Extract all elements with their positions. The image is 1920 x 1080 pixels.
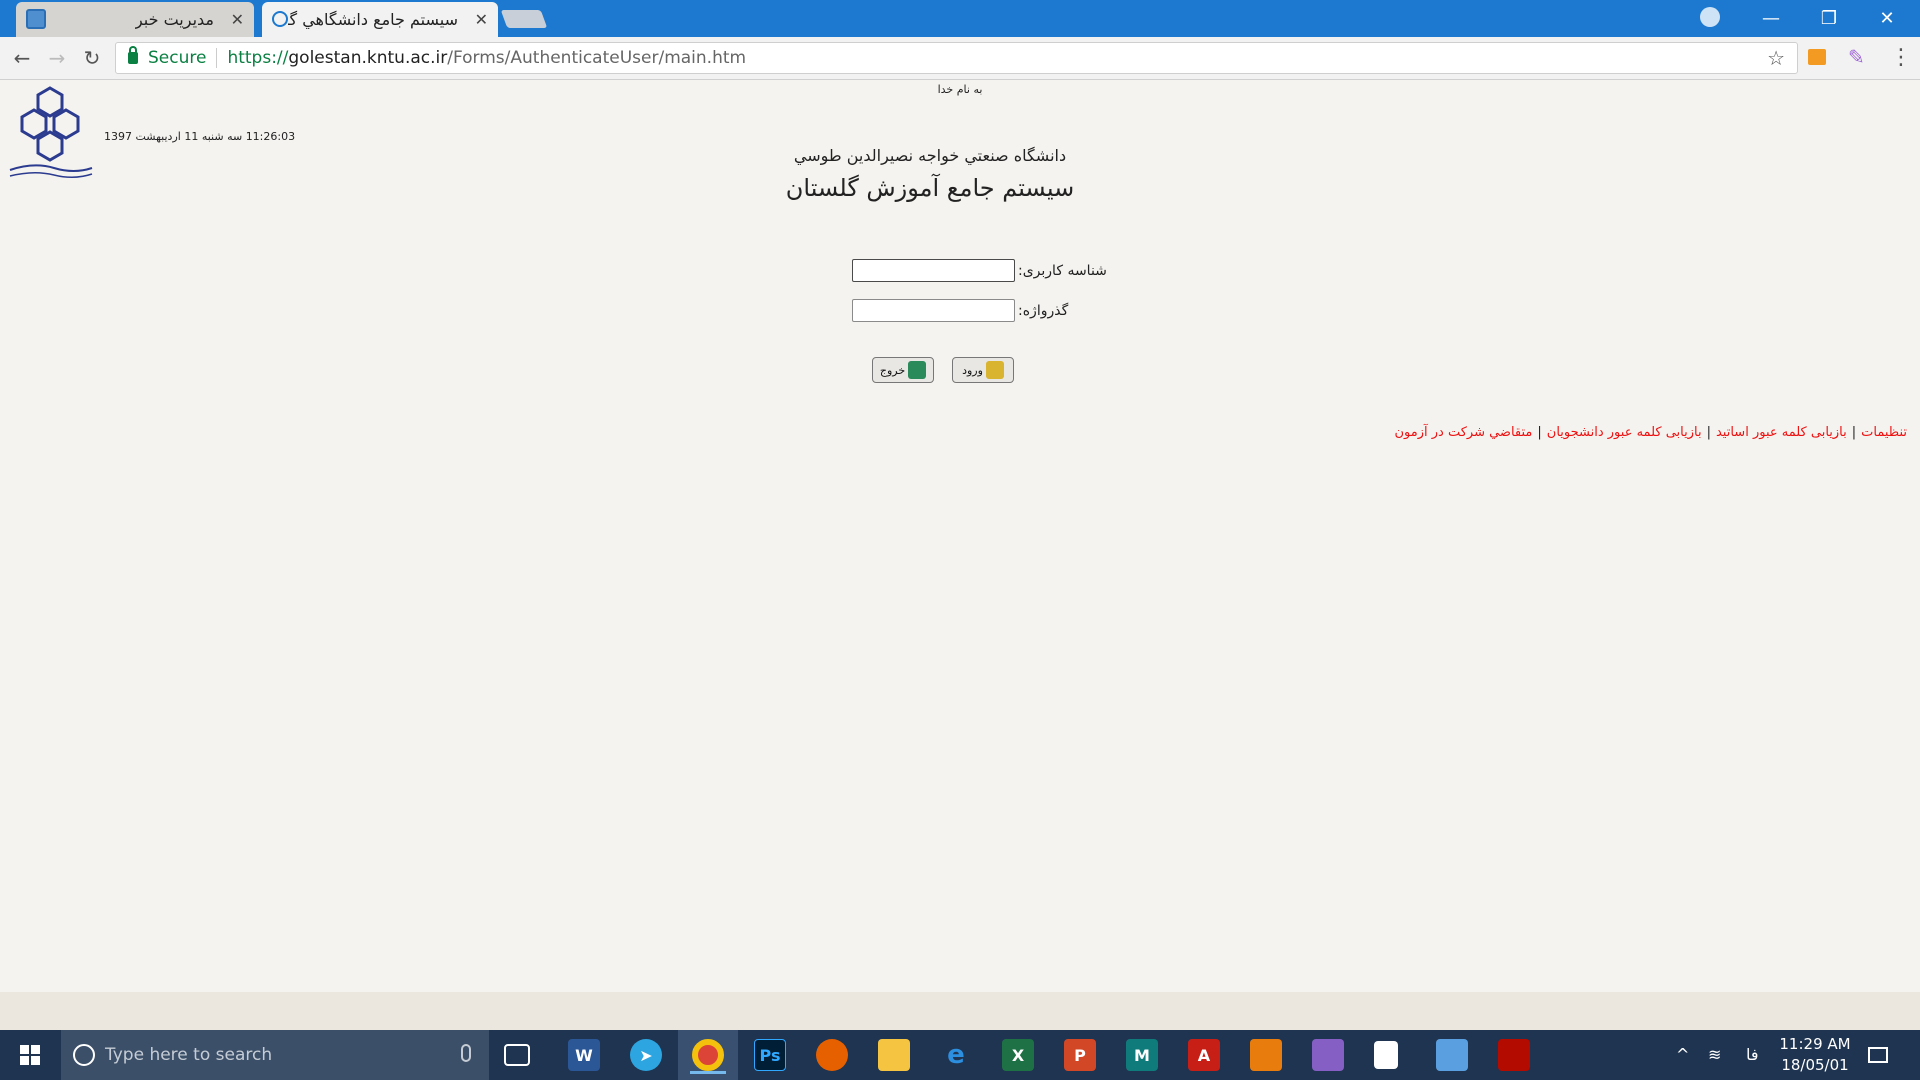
username-input[interactable] xyxy=(852,259,1015,282)
windows-logo-icon xyxy=(20,1045,40,1065)
file-explorer-icon[interactable] xyxy=(878,1039,910,1071)
minimize-button[interactable]: — xyxy=(1742,0,1800,37)
divider xyxy=(216,48,218,68)
wifi-icon[interactable]: ≋ xyxy=(1708,1045,1721,1064)
task-view-icon[interactable] xyxy=(504,1044,530,1066)
telegram-icon[interactable]: ➤ xyxy=(630,1039,662,1071)
key-icon xyxy=(985,361,1004,379)
notification-icon[interactable] xyxy=(1868,1047,1888,1063)
clock[interactable]: 11:29 AM 18/05/01 xyxy=(1775,1034,1855,1076)
exit-button[interactable]: خروج xyxy=(872,357,934,383)
secure-label: Secure xyxy=(148,48,207,68)
browser-titlebar: مدیریت خبر ✕ سیستم جامع دانشگاهي گلستان … xyxy=(0,0,1920,37)
new-tab-button[interactable] xyxy=(500,10,548,28)
photoshop-icon[interactable]: Ps xyxy=(754,1039,786,1071)
exam-applicant-link[interactable]: متقاضي شرکت در آزمون xyxy=(1395,425,1533,440)
clock-date: 18/05/01 xyxy=(1781,1056,1849,1074)
url-host: golestan.kntu.ac.ir xyxy=(288,48,448,68)
firefox-icon[interactable] xyxy=(816,1039,848,1071)
maya-icon[interactable]: M xyxy=(1126,1039,1158,1071)
store-icon[interactable] xyxy=(1374,1041,1398,1069)
datetime-text: 11:26:03 سه شنبه 11 اردیبهشت 1397 xyxy=(104,130,296,143)
password-input[interactable] xyxy=(852,299,1015,322)
forward-arrow-icon[interactable]: → xyxy=(44,45,70,71)
language-indicator[interactable]: فا xyxy=(1746,1045,1759,1064)
lock-icon xyxy=(128,46,138,64)
remote-desktop-icon[interactable] xyxy=(1436,1039,1468,1071)
search-placeholder: Type here to search xyxy=(105,1045,273,1065)
excel-icon[interactable]: X xyxy=(1002,1039,1034,1071)
professor-password-recovery-link[interactable]: بازیابی کلمه عبور اساتيد xyxy=(1716,425,1847,440)
tab-favicon-icon xyxy=(272,11,288,27)
word-icon[interactable]: W xyxy=(568,1039,600,1071)
username-label: شناسه کاربری: xyxy=(1018,263,1107,279)
extension-pen-icon[interactable]: ✎ xyxy=(1848,45,1865,69)
password-label: گذرواژه: xyxy=(1018,303,1069,319)
powerpoint-icon[interactable]: P xyxy=(1064,1039,1096,1071)
address-bar[interactable]: Secure https:// golestan.kntu.ac.ir /For… xyxy=(115,42,1798,74)
exit-button-label: خروج xyxy=(879,363,906,377)
tray-chevron-icon[interactable]: ^ xyxy=(1676,1045,1689,1064)
url-path: /Forms/AuthenticateUser/main.htm xyxy=(447,48,747,68)
close-icon[interactable]: ✕ xyxy=(475,10,488,29)
blender-icon[interactable] xyxy=(1250,1039,1282,1071)
cortana-icon xyxy=(73,1044,95,1066)
login-button[interactable]: ورود xyxy=(952,357,1014,383)
tab-golestan[interactable]: سیستم جامع دانشگاهي گلستان ✕ xyxy=(262,2,498,37)
tab-title: سیستم جامع دانشگاهي گلستان xyxy=(288,10,458,29)
settings-link[interactable]: تنظیمات xyxy=(1861,425,1907,440)
tab-title: مدیریت خبر xyxy=(134,10,214,29)
browser-menu-icon[interactable]: ⋮ xyxy=(1890,43,1912,73)
university-logo xyxy=(9,86,93,178)
visual-studio-icon[interactable] xyxy=(1312,1039,1344,1071)
university-name: دانشگاه صنعتي خواجه نصيرالدين طوسي xyxy=(793,146,1067,165)
tab-favicon-icon xyxy=(26,9,46,29)
microphone-icon[interactable] xyxy=(461,1044,471,1062)
browser-toolbar: ← → ↻ Secure https:// golestan.kntu.ac.i… xyxy=(0,37,1920,80)
autocad-icon[interactable]: A xyxy=(1188,1039,1220,1071)
page-content: به نام خدا 11:26:03 سه شنبه 11 اردیبهشت … xyxy=(0,80,1920,992)
door-exit-icon xyxy=(908,361,927,379)
page-title: سيستم جامع آموزش گلستان xyxy=(785,174,1075,202)
login-button-label: ورود xyxy=(962,363,983,377)
close-icon[interactable]: ✕ xyxy=(231,10,244,29)
browser-status-strip xyxy=(0,992,1920,1030)
tab-news-management[interactable]: مدیریت خبر ✕ xyxy=(16,2,254,37)
back-arrow-icon[interactable]: ← xyxy=(9,45,35,71)
bookmark-star-icon[interactable]: ☆ xyxy=(1767,46,1785,70)
start-button[interactable] xyxy=(0,1030,60,1080)
clock-time: 11:29 AM xyxy=(1779,1035,1851,1053)
acrobat-icon[interactable] xyxy=(1498,1039,1530,1071)
chrome-icon[interactable] xyxy=(690,1039,726,1074)
bismillah-text: به نام خدا xyxy=(937,83,983,96)
student-password-recovery-link[interactable]: بازیابی کلمه عبور دانشجويان xyxy=(1547,425,1702,440)
taskbar: Type here to search W ➤ Ps e X P M A ^ ≋… xyxy=(0,1030,1920,1080)
url-scheme: https:// xyxy=(227,48,289,68)
restore-button[interactable]: ❐ xyxy=(1800,0,1858,37)
edge-icon[interactable]: e xyxy=(940,1039,972,1071)
taskbar-search[interactable]: Type here to search xyxy=(61,1030,489,1080)
footer-links: تنظیمات|بازیابی کلمه عبور اساتيد|بازیابی… xyxy=(1394,425,1908,440)
profile-icon[interactable] xyxy=(1700,7,1720,27)
reload-icon[interactable]: ↻ xyxy=(79,45,105,71)
window-close-button[interactable]: ✕ xyxy=(1858,0,1916,37)
extension-image-icon[interactable] xyxy=(1808,49,1826,65)
